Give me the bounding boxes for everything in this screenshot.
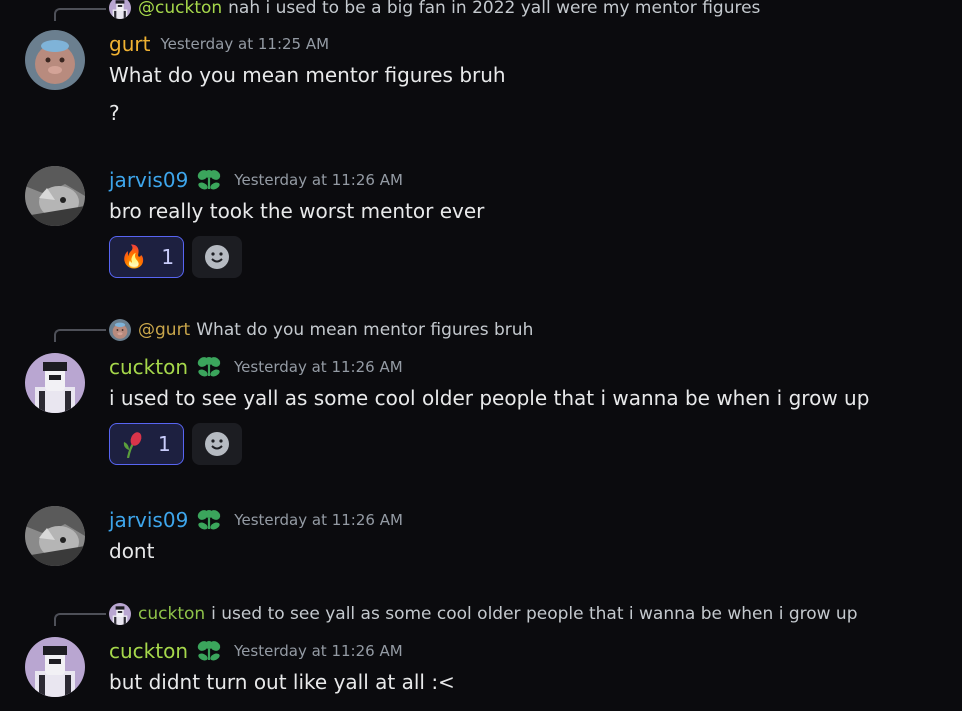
timestamp: Yesterday at 11:26 AM	[234, 642, 403, 660]
reaction-count: 1	[158, 432, 171, 456]
message-header: cuckton Yesterday at 11:26 AM	[109, 354, 403, 380]
smiley-icon	[205, 432, 229, 456]
reply-connector	[54, 8, 106, 21]
reply-connector	[54, 613, 106, 626]
message-header: jarvis09 Yesterday at 11:26 AM	[109, 167, 403, 193]
message-text: ?	[109, 101, 120, 125]
reply-text: i used to see yall as some cool older pe…	[211, 604, 858, 624]
reply-avatar	[109, 603, 131, 625]
username[interactable]: jarvis09	[109, 508, 188, 532]
username[interactable]: gurt	[109, 32, 150, 56]
message-text: i used to see yall as some cool older pe…	[109, 386, 870, 410]
username[interactable]: jarvis09	[109, 168, 188, 192]
reaction-count: 1	[161, 245, 175, 269]
add-reaction-button[interactable]	[192, 236, 242, 278]
flower-badge-icon[interactable]	[194, 352, 224, 382]
message-text: but didnt turn out like yall at all :<	[109, 670, 455, 694]
avatar[interactable]	[25, 353, 85, 413]
reply-author[interactable]: @cuckton	[138, 0, 222, 18]
reply-text: nah i used to be a big fan in 2022 yall …	[228, 0, 761, 18]
reply-author[interactable]: @gurt	[138, 320, 190, 340]
avatar[interactable]	[25, 30, 85, 90]
flower-badge-icon[interactable]	[194, 505, 224, 535]
username[interactable]: cuckton	[109, 355, 188, 379]
reaction-fire[interactable]: 🔥 1	[109, 236, 184, 278]
reply-avatar	[109, 0, 131, 19]
reply-text: What do you mean mentor figures bruh	[196, 320, 534, 340]
add-reaction-button[interactable]	[192, 423, 242, 465]
timestamp: Yesterday at 11:26 AM	[234, 358, 403, 376]
flower-badge-icon[interactable]	[194, 636, 224, 666]
message-header: cuckton Yesterday at 11:26 AM	[109, 638, 403, 664]
username[interactable]: cuckton	[109, 639, 188, 663]
fire-icon: 🔥	[120, 244, 148, 270]
message-text: What do you mean mentor figures bruh	[109, 63, 506, 87]
avatar[interactable]	[25, 506, 85, 566]
reply-connector	[54, 329, 106, 342]
message-header: jarvis09 Yesterday at 11:26 AM	[109, 507, 403, 533]
reply-preview[interactable]: @gurt What do you mean mentor figures br…	[109, 319, 533, 341]
timestamp: Yesterday at 11:25 AM	[160, 35, 330, 53]
wilted-rose-icon	[123, 432, 142, 458]
avatar[interactable]	[25, 637, 85, 697]
timestamp: Yesterday at 11:26 AM	[234, 171, 403, 189]
reply-preview[interactable]: cuckton i used to see yall as some cool …	[109, 603, 858, 625]
reaction-wilted-rose[interactable]: 1	[109, 423, 184, 465]
flower-badge-icon[interactable]	[194, 165, 224, 195]
reply-preview[interactable]: @cuckton nah i used to be a big fan in 2…	[109, 0, 760, 19]
reply-avatar	[109, 319, 131, 341]
avatar[interactable]	[25, 166, 85, 226]
smiley-icon	[205, 245, 229, 269]
timestamp: Yesterday at 11:26 AM	[234, 511, 403, 529]
message-header: gurt Yesterday at 11:25 AM	[109, 31, 329, 57]
message-text: bro really took the worst mentor ever	[109, 199, 485, 223]
reply-author[interactable]: cuckton	[138, 604, 205, 624]
message-text: dont	[109, 539, 155, 563]
